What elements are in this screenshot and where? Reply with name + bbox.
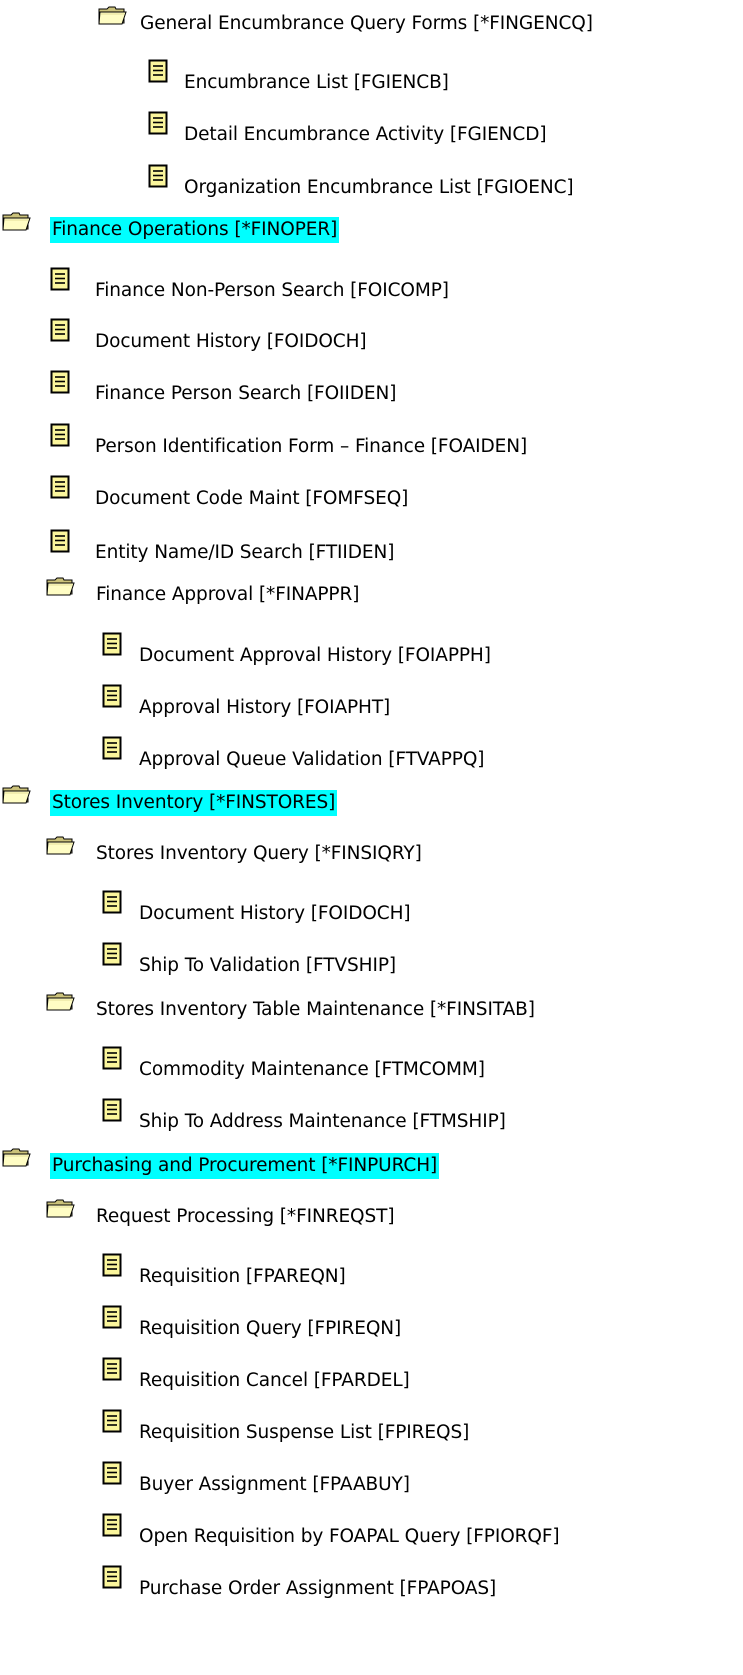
tree-document-item[interactable]: Entity Name/ID Search [FTIIDEN] bbox=[0, 527, 743, 563]
tree-item-label: Document History [FOIDOCH] bbox=[139, 903, 411, 924]
tree-folder-item[interactable]: General Encumbrance Query Forms [*FINGEN… bbox=[0, 6, 743, 42]
tree-item-label: Commodity Maintenance [FTMCOMM] bbox=[139, 1059, 485, 1080]
tree-item-label: Detail Encumbrance Activity [FGIENCD] bbox=[184, 124, 547, 145]
tree-item-label: Organization Encumbrance List [FGIOENC] bbox=[184, 177, 574, 198]
tree-item-label: Ship To Validation [FTVSHIP] bbox=[139, 955, 396, 976]
tree-document-item[interactable]: Purchase Order Assignment [FPAPOAS] bbox=[0, 1563, 743, 1599]
tree-document-item[interactable]: Ship To Address Maintenance [FTMSHIP] bbox=[0, 1096, 743, 1132]
tree-item-label: Request Processing [*FINREQST] bbox=[96, 1206, 395, 1227]
tree-document-item[interactable]: Encumbrance List [FGIENCB] bbox=[0, 57, 743, 93]
tree-document-item[interactable]: Ship To Validation [FTVSHIP] bbox=[0, 940, 743, 976]
tree-folder-item[interactable]: Purchasing and Procurement [*FINPURCH] bbox=[0, 1148, 743, 1184]
tree-item-label: Document History [FOIDOCH] bbox=[95, 331, 367, 352]
tree-document-item[interactable]: Document Approval History [FOIAPPH] bbox=[0, 630, 743, 666]
tree-item-label: Finance Approval [*FINAPPR] bbox=[96, 584, 360, 605]
tree-item-label: Requisition [FPAREQN] bbox=[139, 1266, 346, 1287]
tree-document-item[interactable]: Organization Encumbrance List [FGIOENC] bbox=[0, 162, 743, 198]
tree-item-label: Purchase Order Assignment [FPAPOAS] bbox=[139, 1578, 497, 1599]
tree-document-item[interactable]: Detail Encumbrance Activity [FGIENCD] bbox=[0, 109, 743, 145]
tree-item-label: Requisition Suspense List [FPIREQS] bbox=[139, 1422, 470, 1443]
tree-document-item[interactable]: Finance Non-Person Search [FOICOMP] bbox=[0, 265, 743, 301]
tree-item-label: Finance Non-Person Search [FOICOMP] bbox=[95, 280, 449, 301]
tree-item-label: Stores Inventory Query [*FINSIQRY] bbox=[96, 843, 422, 864]
tree-item-label: Open Requisition by FOAPAL Query [FPIORQ… bbox=[139, 1526, 560, 1547]
tree-item-label: Entity Name/ID Search [FTIIDEN] bbox=[95, 542, 395, 563]
tree-item-label: Stores Inventory [*FINSTORES] bbox=[50, 790, 338, 816]
tree-document-item[interactable]: Requisition Suspense List [FPIREQS] bbox=[0, 1407, 743, 1443]
tree-item-label: Requisition Cancel [FPARDEL] bbox=[139, 1370, 410, 1391]
tree-item-label: Approval History [FOIAPHT] bbox=[139, 697, 391, 718]
tree-item-label: Document Approval History [FOIAPPH] bbox=[139, 645, 491, 666]
tree-document-item[interactable]: Open Requisition by FOAPAL Query [FPIORQ… bbox=[0, 1511, 743, 1547]
tree-document-item[interactable]: Finance Person Search [FOIIDEN] bbox=[0, 368, 743, 404]
tree-document-item[interactable]: Document History [FOIDOCH] bbox=[0, 316, 743, 352]
tree-item-label: Finance Person Search [FOIIDEN] bbox=[95, 383, 397, 404]
tree-item-label: Requisition Query [FPIREQN] bbox=[139, 1318, 402, 1339]
tree-document-item[interactable]: Requisition Cancel [FPARDEL] bbox=[0, 1355, 743, 1391]
tree-document-item[interactable]: Requisition [FPAREQN] bbox=[0, 1251, 743, 1287]
tree-item-label: Finance Operations [*FINOPER] bbox=[50, 217, 340, 243]
tree-folder-item[interactable]: Stores Inventory Table Maintenance [*FIN… bbox=[0, 992, 743, 1028]
tree-folder-item[interactable]: Stores Inventory [*FINSTORES] bbox=[0, 785, 743, 821]
tree-document-item[interactable]: Commodity Maintenance [FTMCOMM] bbox=[0, 1044, 743, 1080]
tree-folder-item[interactable]: Finance Approval [*FINAPPR] bbox=[0, 577, 743, 613]
tree-folder-item[interactable]: Stores Inventory Query [*FINSIQRY] bbox=[0, 836, 743, 872]
tree-item-label: Purchasing and Procurement [*FINPURCH] bbox=[50, 1153, 440, 1179]
tree-folder-item[interactable]: Finance Operations [*FINOPER] bbox=[0, 212, 743, 248]
tree-document-item[interactable]: Document History [FOIDOCH] bbox=[0, 888, 743, 924]
tree-item-label: Person Identification Form – Finance [FO… bbox=[95, 436, 528, 457]
tree-document-item[interactable]: Person Identification Form – Finance [FO… bbox=[0, 421, 743, 457]
tree-document-item[interactable]: Approval History [FOIAPHT] bbox=[0, 682, 743, 718]
tree-item-label: Encumbrance List [FGIENCB] bbox=[184, 72, 449, 93]
tree-document-item[interactable]: Buyer Assignment [FPAABUY] bbox=[0, 1459, 743, 1495]
tree-item-label: Approval Queue Validation [FTVAPPQ] bbox=[139, 749, 485, 770]
tree-document-item[interactable]: Document Code Maint [FOMFSEQ] bbox=[0, 473, 743, 509]
menu-tree: General Encumbrance Query Forms [*FINGEN… bbox=[0, 0, 743, 1675]
tree-item-label: Stores Inventory Table Maintenance [*FIN… bbox=[96, 999, 535, 1020]
tree-item-label: Ship To Address Maintenance [FTMSHIP] bbox=[139, 1111, 506, 1132]
tree-item-label: Document Code Maint [FOMFSEQ] bbox=[95, 488, 409, 509]
tree-folder-item[interactable]: Request Processing [*FINREQST] bbox=[0, 1199, 743, 1235]
tree-item-label: General Encumbrance Query Forms [*FINGEN… bbox=[140, 13, 593, 34]
tree-document-item[interactable]: Approval Queue Validation [FTVAPPQ] bbox=[0, 734, 743, 770]
tree-document-item[interactable]: Requisition Query [FPIREQN] bbox=[0, 1303, 743, 1339]
tree-item-label: Buyer Assignment [FPAABUY] bbox=[139, 1474, 410, 1495]
